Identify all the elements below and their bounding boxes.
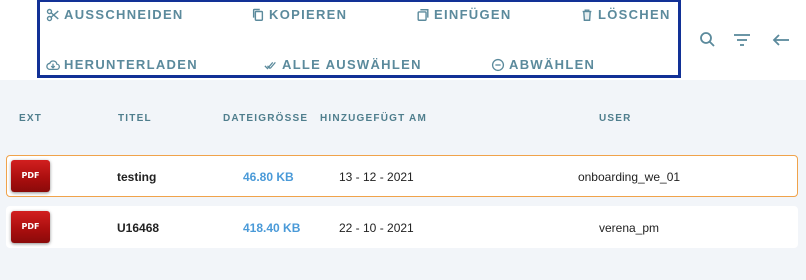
select-all-label: ALLE AUSWÄHLEN [282, 57, 422, 72]
column-header-title[interactable]: TITEL [118, 113, 152, 124]
toolbar: AUSSCHNEIDEN KOPIEREN EINFÜGEN LÖSCHEN H… [0, 0, 806, 80]
back-button[interactable] [771, 30, 791, 50]
column-header-ext[interactable]: EXT [19, 113, 42, 124]
copy-label: KOPIEREN [269, 7, 348, 22]
column-header-user[interactable]: USER [599, 113, 632, 124]
column-header-date[interactable]: HINZUGEFÜGT AM [320, 113, 427, 124]
minus-circle-icon [491, 58, 505, 71]
filter-icon [734, 34, 750, 46]
file-user: verena_pm [598, 221, 660, 235]
paste-label: EINFÜGEN [434, 7, 512, 22]
deselect-label: ABWÄHLEN [509, 57, 596, 72]
double-check-icon [264, 61, 276, 69]
cloud-download-icon [46, 59, 60, 70]
file-size: 418.40 KB [243, 221, 301, 235]
file-title: U16468 [117, 221, 160, 235]
copy-button[interactable]: KOPIEREN [251, 7, 347, 22]
search-icon [700, 32, 715, 47]
file-date: 22 - 10 - 2021 [339, 221, 414, 235]
cut-button[interactable]: AUSSCHNEIDEN [46, 7, 184, 22]
cut-label: AUSSCHNEIDEN [64, 7, 184, 22]
select-all-button[interactable]: ALLE AUSWÄHLEN [264, 57, 422, 72]
paste-button[interactable]: EINFÜGEN [416, 7, 512, 22]
pdf-file-icon: PDF [11, 160, 50, 192]
delete-label: LÖSCHEN [598, 7, 671, 22]
paste-icon [417, 8, 429, 21]
delete-button[interactable]: LÖSCHEN [580, 7, 671, 22]
pdf-file-icon: PDF [11, 211, 50, 243]
file-table: EXT TITEL DATEIGRÖSSE HINZUGEFÜGT AM USE… [0, 80, 806, 280]
download-label: HERUNTERLADEN [64, 57, 198, 72]
table-row[interactable]: PDF testing 46.80 KB 13 - 12 - 2021 onbo… [6, 155, 798, 197]
column-header-size[interactable]: DATEIGRÖSSE [223, 113, 308, 124]
table-row[interactable]: PDF U16468 418.40 KB 22 - 10 - 2021 vere… [6, 206, 798, 248]
scissors-icon [46, 8, 59, 21]
file-size: 46.80 KB [243, 170, 294, 184]
file-date: 13 - 12 - 2021 [339, 170, 414, 184]
copy-icon [252, 8, 264, 21]
deselect-button[interactable]: ABWÄHLEN [491, 57, 595, 72]
file-user: onboarding_we_01 [577, 170, 681, 184]
search-button[interactable] [698, 30, 718, 50]
download-button[interactable]: HERUNTERLADEN [46, 57, 198, 72]
trash-icon [582, 8, 592, 21]
back-arrow-icon [772, 34, 789, 46]
file-manager: AUSSCHNEIDEN KOPIEREN EINFÜGEN LÖSCHEN H… [0, 0, 806, 280]
file-title: testing [117, 170, 157, 184]
file-actions-box: AUSSCHNEIDEN KOPIEREN EINFÜGEN LÖSCHEN H… [37, 0, 681, 78]
filter-button[interactable] [732, 30, 752, 50]
